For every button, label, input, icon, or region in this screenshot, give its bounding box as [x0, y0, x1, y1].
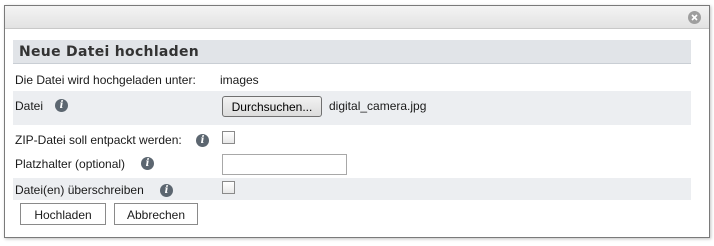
- overwrite-label: Datei(en) überschreiben: [15, 183, 144, 197]
- unzip-row: ZIP-Datei soll entpackt werden: i: [13, 126, 691, 150]
- panel-title: Neue Datei hochladen: [13, 40, 691, 64]
- info-icon[interactable]: i: [55, 99, 68, 112]
- cancel-button[interactable]: Abbrechen: [114, 203, 198, 225]
- overwrite-checkbox[interactable]: [222, 181, 235, 194]
- close-icon[interactable]: [688, 11, 701, 24]
- unzip-checkbox[interactable]: [222, 131, 235, 144]
- dialog-titlebar: [5, 6, 709, 29]
- browse-button[interactable]: Durchsuchen...: [222, 96, 322, 117]
- unzip-label: ZIP-Datei soll entpackt werden:: [15, 133, 182, 147]
- file-label: Datei: [15, 99, 44, 113]
- upload-target-row: Die Datei wird hochgeladen unter: images: [13, 66, 691, 90]
- overwrite-row: Datei(en) überschreiben i: [13, 178, 691, 200]
- upload-target-value: images: [220, 73, 259, 87]
- file-row: Datei i Durchsuchen... digital_camera.jp…: [13, 91, 691, 125]
- placeholder-row: Platzhalter (optional) i: [13, 151, 691, 178]
- info-icon[interactable]: i: [196, 134, 209, 147]
- info-icon[interactable]: i: [141, 157, 154, 170]
- info-icon[interactable]: i: [160, 184, 173, 197]
- placeholder-input[interactable]: [222, 154, 347, 175]
- selected-filename: digital_camera.jpg: [329, 99, 427, 113]
- upload-target-label: Die Datei wird hochgeladen unter:: [15, 73, 196, 87]
- placeholder-label: Platzhalter (optional): [15, 157, 126, 171]
- upload-button[interactable]: Hochladen: [20, 203, 106, 225]
